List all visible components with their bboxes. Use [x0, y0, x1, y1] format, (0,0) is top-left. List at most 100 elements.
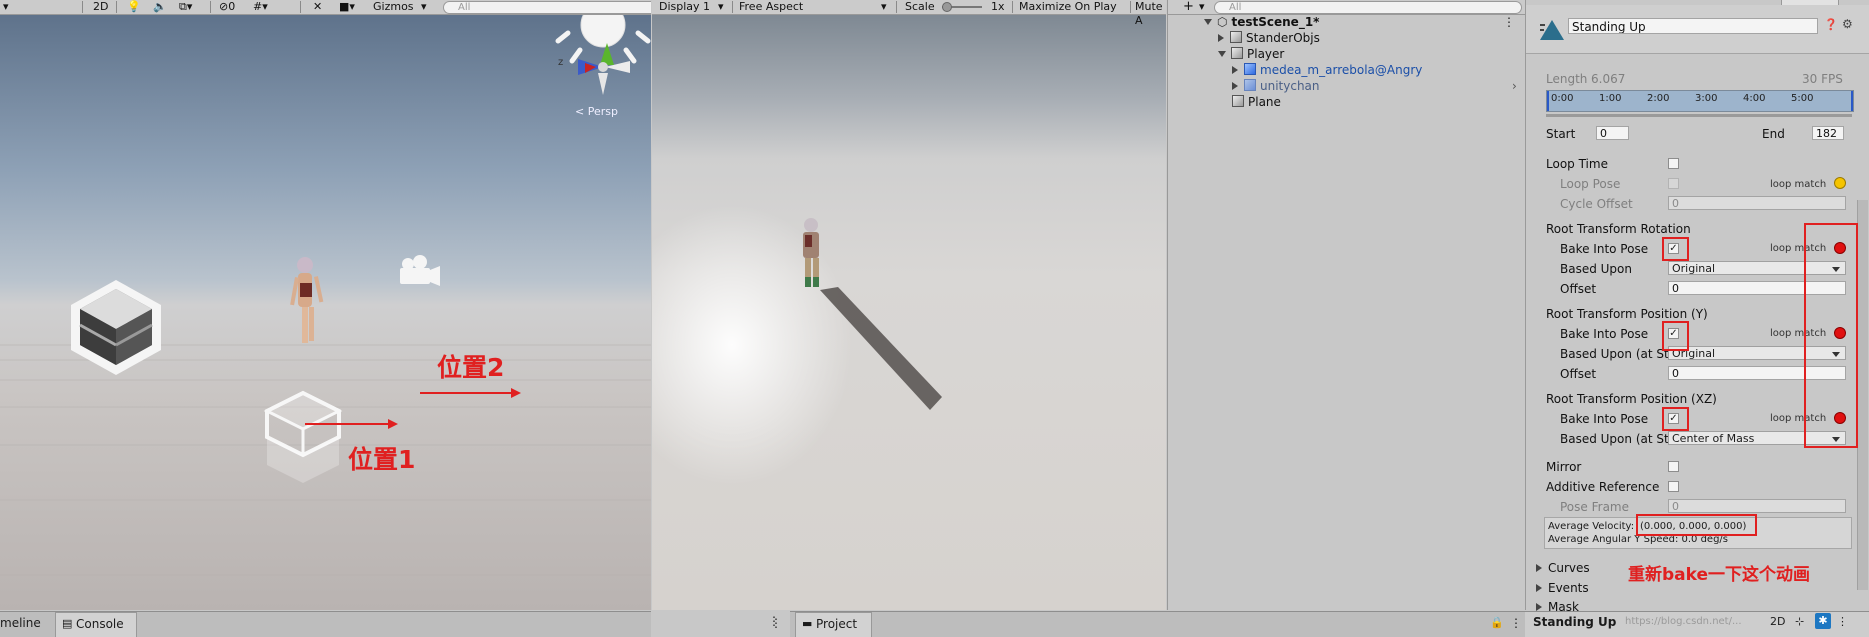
collapsed-arrow-icon — [1536, 564, 1542, 572]
cycle-offset-field[interactable]: 0 — [1668, 196, 1846, 210]
collapsed-arrow-icon[interactable] — [1218, 34, 1224, 42]
effects-icon[interactable]: ⧉▾ — [176, 0, 195, 14]
scene-view[interactable]: ▾ 2D 💡 🔈 ⧉▾ ⊘0 #▾ ✕ ■▾ Gizmos ▾ All z < … — [0, 0, 651, 610]
chevron-right-icon[interactable]: › — [1512, 79, 1517, 93]
chevron-down-icon[interactable]: ▾ — [715, 0, 727, 14]
aspect-dropdown[interactable]: Free Aspect — [736, 0, 806, 14]
collapsed-arrow-icon[interactable] — [1232, 82, 1238, 90]
scale-slider-thumb[interactable] — [942, 2, 952, 12]
hierarchy-item-player[interactable]: Player — [1218, 46, 1284, 62]
events-foldout[interactable]: Events — [1536, 581, 1589, 595]
mirror-checkbox[interactable] — [1668, 461, 1679, 472]
timeline-tick: 3:00 — [1695, 93, 1718, 104]
hierarchy-item-plane[interactable]: Plane — [1232, 94, 1281, 110]
tools-icon[interactable]: ✕ — [310, 0, 325, 14]
timeline-tick: 0:00 — [1551, 93, 1574, 104]
end-label: End — [1762, 127, 1785, 141]
start-field[interactable]: 0 — [1596, 126, 1629, 140]
bottom-tabs-project: ▬ Project 🔒 ⋮ — [790, 611, 1525, 637]
help-icon[interactable]: ❓ — [1824, 18, 1838, 31]
annotation-arrow-2 — [420, 388, 521, 398]
camera-gizmo-icon — [400, 255, 440, 286]
posy-bake-label: Bake Into Pose — [1560, 327, 1649, 341]
shading-mode-dropdown[interactable]: ▾ — [0, 0, 81, 14]
hierarchy-item-medea[interactable]: medea_m_arrebola@Angry — [1232, 62, 1422, 78]
more-options-icon[interactable]: ⋮ — [1503, 15, 1515, 29]
chevron-down-icon[interactable]: ▾ — [418, 0, 430, 14]
display-dropdown[interactable]: Display 1 — [656, 0, 713, 14]
lock-icon[interactable]: 🔒 — [1490, 616, 1504, 629]
end-field[interactable]: 182 — [1812, 126, 1844, 140]
expand-arrow-icon[interactable] — [1218, 51, 1226, 57]
2d-toggle[interactable]: 2D — [90, 0, 111, 14]
hierarchy-item-unitychan[interactable]: unitychan — [1232, 78, 1320, 94]
curves-foldout[interactable]: Curves — [1536, 561, 1590, 575]
avg-velocity-label: Average Velocity: — [1548, 521, 1635, 532]
prefab-icon — [1244, 79, 1256, 91]
scene-search-input[interactable]: All — [443, 1, 651, 14]
collapsed-arrow-icon — [1536, 584, 1542, 592]
root-position-y-header: Root Transform Position (Y) — [1546, 307, 1708, 321]
start-label: Start — [1546, 127, 1576, 141]
watermark-text: https://blog.csdn.net/... — [1625, 616, 1742, 627]
tab-project[interactable]: ▬ Project — [795, 612, 872, 637]
loop-match-label: loop match — [1770, 179, 1827, 190]
loop-time-checkbox[interactable] — [1668, 158, 1679, 169]
orientation-gizmo-icon — [578, 43, 630, 95]
more-options-icon[interactable]: ⋮ — [1510, 616, 1522, 630]
chevron-down-icon[interactable]: ▾ — [878, 0, 890, 14]
timeline-start-marker[interactable] — [1547, 91, 1549, 111]
pivot-icon[interactable]: ⊹ — [1795, 615, 1804, 628]
clip-timeline[interactable]: 0:00 1:00 2:00 3:00 4:00 5:00 — [1546, 90, 1854, 112]
additive-reference-label: Additive Reference P — [1546, 480, 1664, 494]
loop-match-yellow-indicator — [1834, 177, 1846, 189]
mirror-label: Mirror — [1546, 460, 1582, 474]
grid-icon[interactable]: #▾ — [250, 0, 271, 14]
gizmos-dropdown[interactable]: Gizmos — [370, 0, 417, 14]
add-object-button[interactable]: + — [1180, 0, 1197, 14]
timeline-range-bar[interactable] — [1546, 114, 1852, 117]
light-gizmo-icon — [555, 15, 651, 64]
scale-value: 1x — [991, 0, 1005, 13]
bottom-tabs-left: meline ▤ Console ⋮ — [0, 611, 782, 637]
annotation-rebake: 重新bake一下这个动画 — [1628, 565, 1811, 585]
highlight-loop-match — [1804, 223, 1858, 448]
inspector-scrollbar[interactable] — [1857, 200, 1868, 590]
preview-2d-toggle[interactable]: 2D — [1770, 615, 1785, 628]
expand-arrow-icon[interactable] — [1204, 19, 1212, 25]
lighting-icon[interactable]: 💡 — [124, 0, 144, 14]
highlight-posxz-bake — [1662, 407, 1689, 431]
gear-icon[interactable]: ⚙ — [1842, 17, 1853, 31]
game-character-model — [803, 218, 819, 287]
console-icon: ▤ — [62, 617, 73, 630]
additive-reference-checkbox[interactable] — [1668, 481, 1679, 492]
posy-offset-label: Offset — [1560, 367, 1597, 381]
clip-name-field[interactable]: Standing Up — [1568, 18, 1818, 34]
speed-icon[interactable]: ⋮ — [1837, 615, 1848, 628]
game-view[interactable]: Display 1 ▾ Free Aspect ▾ Scale 1x Maxim… — [652, 0, 1166, 610]
timeline-end-marker[interactable] — [1851, 91, 1853, 111]
tab-console[interactable]: ▤ Console — [55, 612, 137, 637]
highlight-posy-bake — [1662, 321, 1689, 351]
collapsed-arrow-icon[interactable] — [1232, 66, 1238, 74]
hidden-objects-icon[interactable]: ⊘0 — [216, 0, 238, 14]
hierarchy-item-standerobjs[interactable]: StanderObjs — [1218, 30, 1320, 46]
mute-audio-toggle[interactable]: Mute A — [1132, 0, 1166, 27]
animation-clip-icon — [1540, 20, 1564, 40]
chevron-down-icon[interactable]: ▾ — [1196, 0, 1208, 14]
pose-frame-label: Pose Frame — [1560, 500, 1629, 514]
audio-icon[interactable]: 🔈 — [150, 0, 170, 14]
hierarchy-item-testscene[interactable]: ⬡ testScene_1* — [1204, 14, 1319, 30]
loop-pose-checkbox[interactable] — [1668, 178, 1679, 189]
tab-timeline[interactable]: meline — [0, 616, 41, 630]
maximize-on-play-toggle[interactable]: Maximize On Play — [1016, 0, 1120, 14]
hierarchy-search-input[interactable]: All — [1214, 1, 1522, 14]
more-options-icon[interactable]: ⋮ — [768, 614, 780, 628]
folder-icon: ▬ — [802, 617, 813, 630]
rot-offset-label: Offset — [1560, 282, 1597, 296]
pose-frame-field[interactable]: 0 — [1668, 499, 1846, 513]
fps-label: 30 FPS — [1802, 72, 1843, 86]
avatar-preview-icon[interactable]: ✱ — [1815, 613, 1831, 629]
camera-icon[interactable]: ■▾ — [336, 0, 358, 14]
timeline-tick: 4:00 — [1743, 93, 1766, 104]
